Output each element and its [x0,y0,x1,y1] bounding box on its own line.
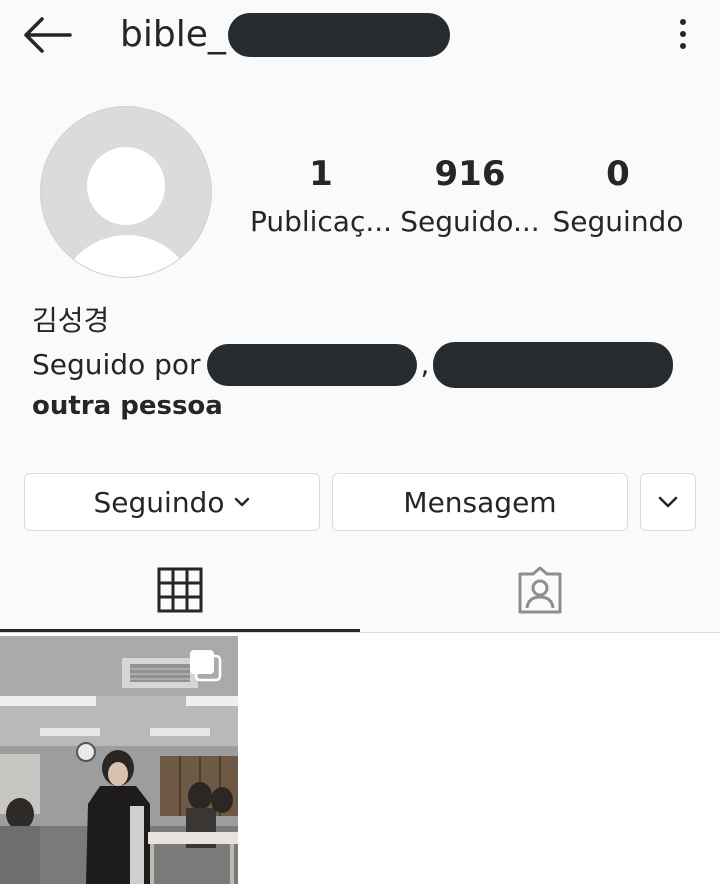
followers-count-value: 916 [434,154,506,194]
tab-posts-grid[interactable] [0,548,360,632]
message-button[interactable]: Mensagem [332,473,628,531]
following-count-value: 0 [606,154,630,194]
message-button-label: Mensagem [403,485,557,519]
posts-count[interactable]: 1 Publicaç... [246,150,396,246]
chevron-down-icon [235,497,250,507]
posts-count-label: Publicaç... [249,205,393,238]
following-count-label: Seguindo [552,205,684,238]
following-count[interactable]: 0 Seguindo [543,150,693,246]
followed-by-prefix: Seguido por [32,348,201,381]
post-thumbnail[interactable] [0,636,238,884]
followed-by-others[interactable]: outra pessoa [32,386,223,426]
username-text: bible_ [120,14,226,55]
redacted-follower-1 [206,344,417,386]
redacted-follower-2 [433,342,674,388]
default-avatar-icon [87,147,165,225]
posts-count-value: 1 [309,154,333,194]
back-button[interactable] [18,10,76,60]
followers-count[interactable]: 916 Seguido... [395,150,545,246]
chevron-down-icon [658,496,678,508]
avatar[interactable] [40,106,212,278]
arrow-left-icon [24,17,72,53]
more-vertical-icon [680,19,686,25]
followed-by-text[interactable]: Seguido por , [32,342,674,388]
redacted-username-part [227,13,450,57]
followed-by-separator: , [420,348,430,381]
followers-count-label: Seguido... [400,205,540,238]
suggested-accounts-button[interactable] [640,473,696,531]
tab-tagged[interactable] [360,548,720,632]
tagged-person-icon [518,566,562,614]
post-image [0,636,238,884]
following-button-label: Seguindo [93,485,225,519]
grid-icon [157,567,203,613]
following-button[interactable]: Seguindo [24,473,320,531]
top-bar: bible_ [0,0,720,72]
profile-username: bible_ [120,12,450,58]
more-options-button[interactable] [668,14,698,54]
profile-full-name: 김성경 [32,304,110,337]
